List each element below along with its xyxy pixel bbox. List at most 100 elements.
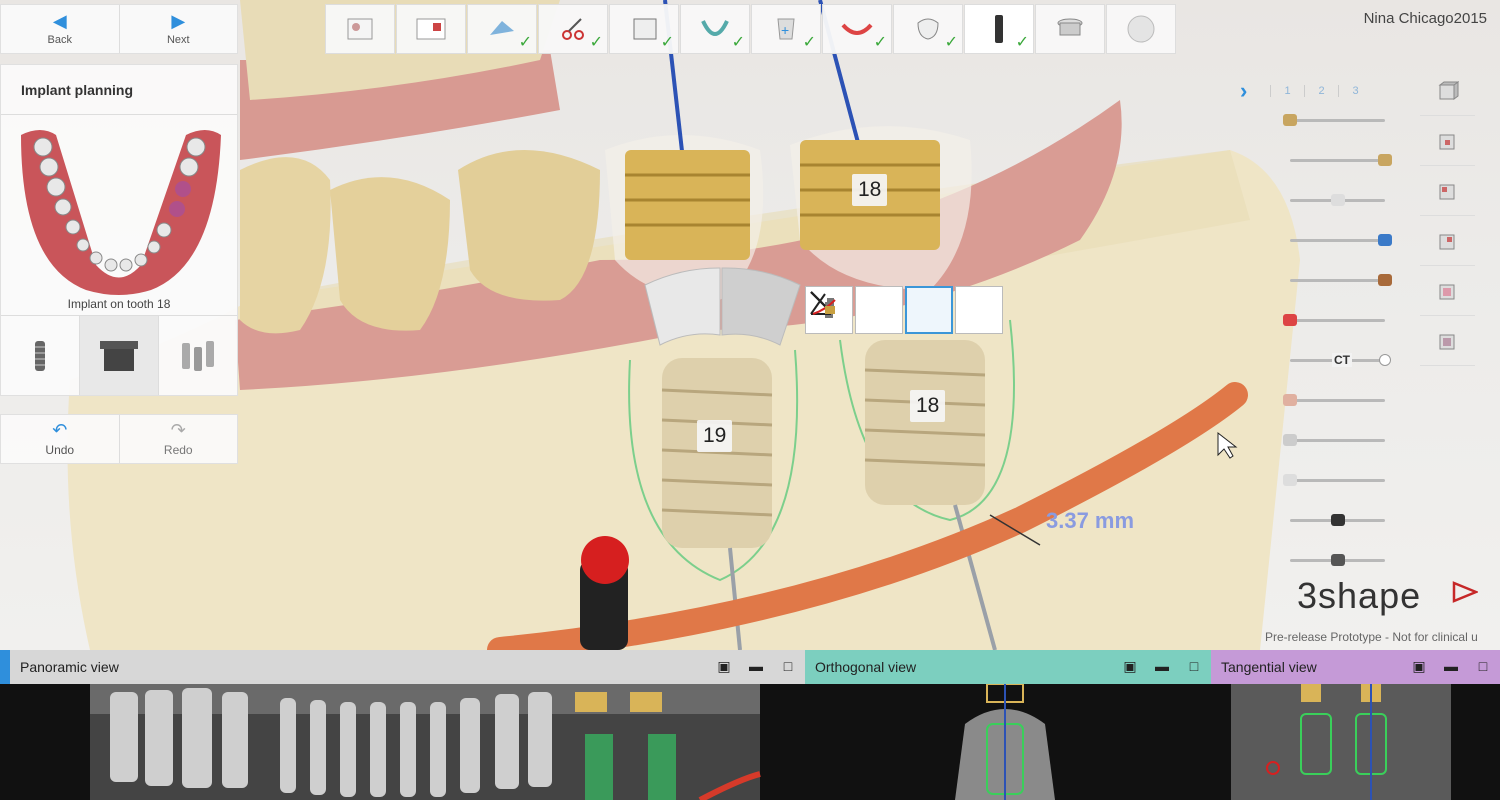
view-cube-icon (1438, 80, 1459, 100)
visibility-slider-11[interactable] (1280, 508, 1395, 532)
layer-icon (1330, 194, 1345, 206)
maximize-icon[interactable]: □ (779, 658, 797, 674)
angle-implant-tool[interactable] (810, 286, 903, 334)
nerve-distance-tool[interactable] (810, 286, 953, 334)
view-cube-button-1[interactable] (1420, 66, 1475, 116)
sleeve-component-button[interactable] (79, 316, 158, 395)
maximize-icon[interactable]: □ (1474, 658, 1492, 674)
jaw-overview-thumbnail[interactable]: Implant on tooth 18 (1, 115, 237, 315)
jaw-arch-icon (701, 20, 729, 36)
view-orientation-column (1420, 66, 1475, 366)
workflow-step-4[interactable]: ✓ (538, 4, 608, 54)
view-cube-button-3[interactable] (1420, 166, 1475, 216)
visibility-slider-12[interactable] (1280, 548, 1395, 572)
svg-text:+: + (781, 22, 789, 38)
view-cube-icon (1439, 234, 1454, 249)
component-selector (1, 315, 237, 395)
minimize-icon[interactable]: ▬ (1442, 658, 1460, 674)
orthogonal-view-title: Orthogonal view (815, 659, 917, 675)
workflow-step-7[interactable]: + ✓ (751, 4, 821, 54)
minimize-icon[interactable]: ▬ (747, 658, 765, 674)
multi-implant-button[interactable] (158, 316, 237, 395)
slider-knob[interactable] (1379, 354, 1391, 366)
redo-icon: ↷ (170, 420, 186, 440)
layer-icon (1378, 154, 1392, 166)
workflow-step-9[interactable]: ✓ (893, 4, 963, 54)
visibility-slider-2[interactable] (1280, 148, 1395, 172)
brand-triangle-icon (1452, 581, 1478, 603)
chevron-right-icon[interactable]: › (1240, 78, 1270, 104)
gingiva-icon (841, 23, 873, 35)
add-tooth-icon: + (777, 18, 795, 40)
camera-icon[interactable]: ▣ (715, 658, 733, 674)
minimize-icon[interactable]: ▬ (1153, 658, 1171, 674)
panel-title: Implant planning (1, 65, 237, 115)
workflow-step-8[interactable]: ✓ (822, 4, 892, 54)
visibility-slider-1[interactable] (1280, 108, 1395, 132)
tangential-view-header: Tangential view ▣ ▬ □ (1211, 650, 1500, 684)
visibility-tab-1[interactable]: 1 (1270, 85, 1304, 97)
view-cube-icon (1439, 284, 1454, 299)
visibility-tabs: › 1 2 3 (1240, 78, 1372, 104)
checkmark-icon: ✓ (873, 34, 887, 51)
workflow-step-12[interactable] (1106, 4, 1176, 54)
workflow-step-6[interactable]: ✓ (680, 4, 750, 54)
sleeve-icon (100, 340, 138, 371)
view-cube-button-2[interactable] (1420, 116, 1475, 166)
orthogonal-ct-image (955, 683, 1055, 800)
implant-component-button[interactable] (1, 316, 79, 395)
prerelease-disclaimer: Pre-release Prototype - Not for clinical… (1265, 630, 1478, 644)
patient-card-icon (347, 18, 373, 40)
sleeve-icon (1057, 18, 1083, 36)
visibility-slider-9[interactable] (1280, 428, 1395, 452)
camera-icon[interactable]: ▣ (1121, 658, 1139, 674)
view-cube-button-5[interactable] (1420, 266, 1475, 316)
workflow-step-3[interactable]: ✓ (467, 4, 537, 54)
panoramic-view-title: Panoramic view (20, 659, 119, 675)
ct-slice-icon (633, 18, 657, 40)
panoramic-view-panel[interactable]: Panoramic view ▣ ▬ □ (0, 650, 805, 800)
workflow-step-2[interactable] (396, 4, 466, 54)
visibility-slider-8[interactable] (1280, 388, 1395, 412)
wizard-navigation: ◀ Back ▶ Next (0, 4, 238, 54)
visibility-slider-4[interactable] (1280, 228, 1395, 252)
redo-button[interactable]: ↷ Redo (118, 415, 238, 463)
implant-caption: Implant on tooth 18 (67, 297, 171, 311)
next-button[interactable]: ▶ Next (118, 5, 238, 53)
checkmark-icon: ✓ (660, 34, 674, 51)
implant-tool-popup (805, 286, 1005, 334)
visibility-slider-5[interactable] (1280, 268, 1395, 292)
visibility-slider-7[interactable]: CT (1280, 348, 1395, 372)
workflow-step-5[interactable]: ✓ (609, 4, 679, 54)
slider-track (1290, 239, 1385, 242)
panoramic-xray-image (90, 684, 761, 800)
camera-icon[interactable]: ▣ (1410, 658, 1428, 674)
tangential-view-panel[interactable]: Tangential view ▣ ▬ □ (1211, 650, 1500, 800)
visibility-slider-10[interactable] (1280, 468, 1395, 492)
crown-icon (917, 18, 939, 40)
import-scan-icon (490, 21, 514, 35)
tangential-view-title: Tangential view (1221, 659, 1317, 675)
back-button[interactable]: ◀ Back (1, 5, 119, 53)
view-cube-button-4[interactable] (1420, 216, 1475, 266)
tooth-label-19: 19 (697, 420, 733, 452)
layer-icon (1283, 474, 1297, 486)
orthogonal-view-panel[interactable]: Orthogonal view ▣ ▬ □ (805, 650, 1211, 800)
undo-button[interactable]: ↶ Undo (1, 415, 119, 463)
visibility-slider-3[interactable] (1280, 188, 1395, 212)
arrow-right-icon: ▶ (171, 11, 186, 31)
visibility-tab-3[interactable]: 3 (1338, 85, 1372, 97)
workflow-step-10[interactable]: ✓ (964, 4, 1034, 54)
implant-icon (995, 15, 1003, 43)
view-cube-button-6[interactable] (1420, 316, 1475, 366)
visibility-tab-2[interactable]: 2 (1304, 85, 1338, 97)
layer-icon (1283, 394, 1297, 406)
redo-label: Redo (163, 443, 193, 457)
workflow-step-1[interactable] (325, 4, 395, 54)
tooth-label-18: 18 (910, 390, 946, 422)
brand-logo: 3shape (1297, 575, 1422, 616)
workflow-step-11[interactable] (1035, 4, 1105, 54)
maximize-icon[interactable]: □ (1185, 658, 1203, 674)
visibility-slider-6[interactable] (1280, 308, 1395, 332)
sleeve-placement-tool[interactable] (810, 286, 1003, 334)
